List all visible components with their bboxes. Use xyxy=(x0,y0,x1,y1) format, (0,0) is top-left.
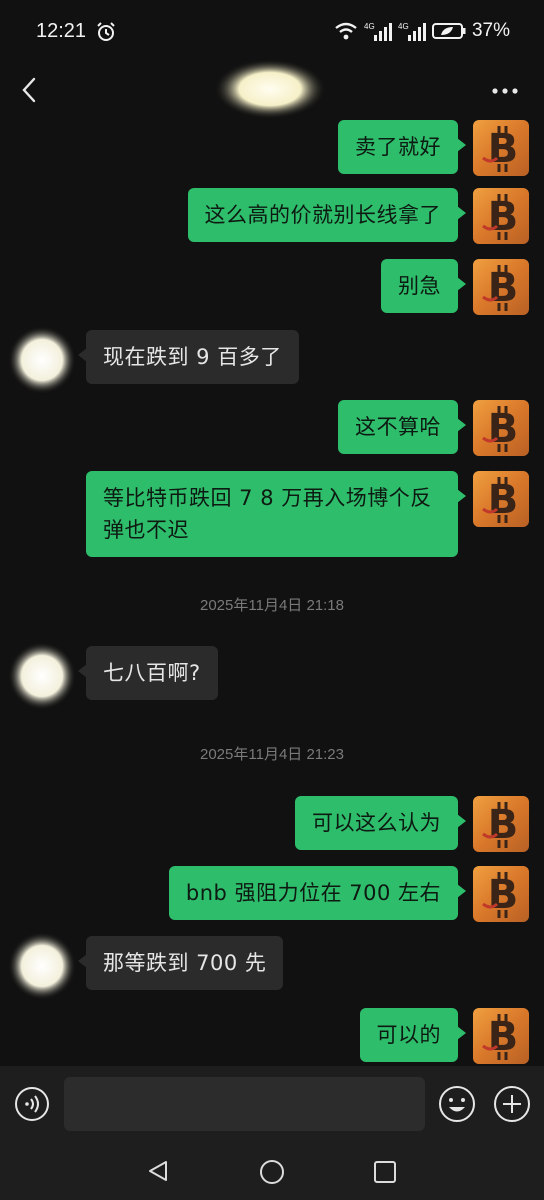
nav-back-icon[interactable] xyxy=(146,1159,170,1183)
svg-text:B: B xyxy=(488,126,519,172)
bitcoin-icon: B xyxy=(482,265,519,311)
incoming-message-bubble[interactable]: 七八百啊? xyxy=(78,646,218,700)
bitcoin-avatar[interactable]: B xyxy=(473,259,529,315)
bitcoin-avatar[interactable]: B xyxy=(473,400,529,456)
bitcoin-avatar[interactable]: B xyxy=(473,471,529,527)
signal-icon-1: 4G xyxy=(364,22,392,41)
svg-text:B: B xyxy=(488,406,519,452)
chevron-left-icon[interactable] xyxy=(18,76,42,104)
bitcoin-avatar[interactable]: B xyxy=(473,120,529,176)
network-label-1: 4G xyxy=(364,22,375,31)
incoming-message-bubble[interactable]: 现在跌到 9 百多了 xyxy=(78,330,299,384)
emoji-icon[interactable] xyxy=(438,1085,476,1123)
svg-text:B: B xyxy=(488,1014,519,1060)
message-list[interactable]: 卖了就好 B 这么高的价就别长线拿了 B 别急 B 现在跌到 9 百多了 这不算哈 B 等比特币跌… xyxy=(0,116,544,1066)
outgoing-message-bubble[interactable]: bnb 强阻力位在 700 左右 xyxy=(168,866,467,920)
outgoing-message-bubble[interactable]: 等比特币跌回 7 8 万再入场博个反弹也不迟 xyxy=(86,471,466,557)
bitcoin-icon: B xyxy=(482,194,519,240)
voice-icon[interactable] xyxy=(14,1086,50,1122)
bitcoin-icon: B xyxy=(482,872,519,918)
battery-percent: 37% xyxy=(471,20,510,41)
svg-text:B: B xyxy=(488,872,519,918)
blurred-avatar[interactable] xyxy=(4,928,80,1004)
outgoing-message-bubble[interactable]: 这么高的价就别长线拿了 xyxy=(187,188,466,242)
bitcoin-icon: B xyxy=(482,477,519,523)
blurred-avatar[interactable] xyxy=(4,638,80,714)
network-label-2: 4G xyxy=(398,22,409,31)
status-time: 12:21 xyxy=(36,20,87,42)
bitcoin-icon: B xyxy=(482,802,519,848)
signal-icon-2: 4G xyxy=(398,22,426,41)
svg-text:B: B xyxy=(488,265,519,311)
bitcoin-icon: B xyxy=(482,406,519,452)
system-nav-bar xyxy=(0,1142,544,1200)
svg-text:B: B xyxy=(488,194,519,240)
input-bar xyxy=(0,1066,544,1142)
incoming-message-bubble[interactable]: 那等跌到 700 先 xyxy=(77,936,284,990)
wifi-icon xyxy=(335,22,357,40)
bitcoin-avatar[interactable]: B xyxy=(473,1008,529,1064)
outgoing-message-bubble[interactable]: 可以的 xyxy=(359,1008,466,1062)
svg-text:B: B xyxy=(488,802,519,848)
outgoing-message-bubble[interactable]: 别急 xyxy=(381,259,466,313)
blurred-avatar[interactable] xyxy=(4,322,80,398)
bitcoin-avatar[interactable]: B xyxy=(473,796,529,852)
message-timestamp: 2025年11月4日 21:18 xyxy=(200,597,344,614)
message-timestamp: 2025年11月4日 21:23 xyxy=(200,746,344,763)
outgoing-message-bubble[interactable]: 卖了就好 xyxy=(338,120,466,174)
battery-icon xyxy=(431,23,466,39)
bitcoin-avatar[interactable]: B xyxy=(473,866,529,922)
status-indicators: 4G 4G 37% xyxy=(334,20,510,42)
more-horizontal-icon[interactable] xyxy=(492,88,518,94)
nav-home-icon[interactable] xyxy=(259,1159,285,1185)
bitcoin-icon: B xyxy=(482,126,519,172)
outgoing-message-bubble[interactable]: 这不算哈 xyxy=(338,400,466,454)
nav-recent-apps-icon[interactable] xyxy=(373,1160,397,1184)
bitcoin-avatar[interactable]: B xyxy=(473,188,529,244)
bitcoin-icon: B xyxy=(482,1014,519,1060)
contact-name-redacted xyxy=(214,59,326,119)
message-input[interactable] xyxy=(64,1077,425,1131)
plus-circle-icon[interactable] xyxy=(493,1085,531,1123)
svg-text:B: B xyxy=(488,477,519,523)
alarm-icon xyxy=(97,22,115,41)
outgoing-message-bubble[interactable]: 可以这么认为 xyxy=(295,796,466,850)
